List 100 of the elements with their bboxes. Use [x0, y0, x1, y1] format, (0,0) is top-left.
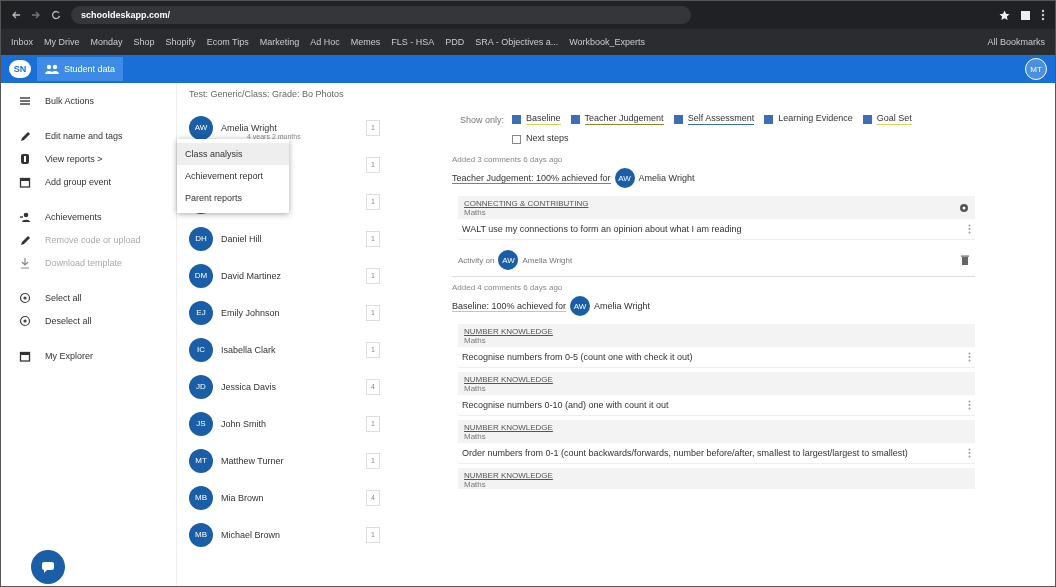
sidebar-item[interactable]: Select all	[1, 286, 176, 309]
sidebar-item[interactable]: Bulk Actions	[1, 89, 176, 112]
student-avatar: DM	[189, 263, 213, 288]
calendar-icon	[19, 175, 31, 188]
circle-icon	[19, 314, 31, 327]
filter-label[interactable]: Self Assessment	[687, 113, 755, 125]
bookmark-item[interactable]: Shopify	[165, 37, 196, 47]
chat-icon	[41, 561, 55, 573]
sidebar-item[interactable]: My Explorer	[1, 344, 176, 367]
bookmark-item[interactable]: Inbox	[11, 37, 34, 47]
reload-icon[interactable]	[51, 10, 61, 20]
sidebar-item[interactable]: Achievements	[1, 205, 176, 228]
student-avatar: MB	[189, 485, 213, 510]
section-meta: Added 4 comments 6 days ago	[452, 283, 564, 292]
outcome-text: Recognise numbers from 0-5 (count one with check it out)	[462, 352, 693, 362]
student-name[interactable]: Amelia Wright	[594, 301, 650, 311]
calendar-icon	[19, 349, 31, 362]
star-icon[interactable]	[999, 9, 1010, 21]
outcome-code[interactable]: NUMBER KNOWLEDGE	[464, 423, 553, 432]
outcome-text: Recognise numbers 0-10 (and) one with count it out	[462, 400, 669, 410]
menu-item[interactable]: Parent reports	[177, 187, 289, 209]
student-name[interactable]: Isabella Clark	[221, 344, 276, 355]
student-name[interactable]: Amelia Wright	[638, 173, 695, 183]
student-name[interactable]: Mia Brown	[221, 492, 264, 503]
bookmark-item[interactable]: My Drive	[44, 37, 80, 47]
filter-label[interactable]: Next steps	[526, 133, 569, 145]
bookmark-item[interactable]: Ad Hoc	[310, 37, 340, 47]
bookmark-item[interactable]: Ecom Tips	[206, 37, 249, 47]
bookmark-item[interactable]: PDD	[445, 37, 465, 47]
pencil-icon	[19, 129, 31, 142]
bookmark-item[interactable]: SRA - Objectives a...	[475, 37, 559, 47]
checkbox[interactable]	[673, 114, 683, 124]
section-title: Teacher Judgement: 100% achieved for	[452, 172, 611, 184]
bookmark-item[interactable]: Memes	[350, 37, 381, 47]
outcome-code[interactable]: NUMBER KNOWLEDGE	[464, 471, 553, 480]
student-avatar: AW	[498, 250, 519, 270]
trash-icon[interactable]	[961, 255, 969, 265]
kebab-menu-icon[interactable]	[1041, 9, 1045, 21]
student-avatar: MB	[189, 522, 213, 547]
checkbox[interactable]	[570, 114, 580, 124]
all-bookmarks[interactable]: All Bookmarks	[987, 37, 1045, 47]
chat-button[interactable]	[31, 550, 65, 584]
bookmark-item[interactable]: Workbook_Experts	[569, 37, 646, 47]
gear-icon[interactable]	[959, 203, 969, 213]
student-avatar: EJ	[189, 300, 213, 325]
filter-label[interactable]: Teacher Judgement	[584, 113, 664, 125]
outcome-code[interactable]: NUMBER KNOWLEDGE	[464, 375, 553, 384]
app-logo[interactable]: SN	[9, 60, 31, 78]
student-name[interactable]: Emily Johnson	[221, 307, 280, 318]
outcome-text: WALT use my connections to form an opinion about what I am reading	[462, 224, 742, 234]
student-avatar: AW	[189, 115, 213, 140]
list-heading: Test: Generic/Class: Grade: Bo Photos	[188, 88, 345, 101]
student-name[interactable]: Daniel Hill	[221, 233, 262, 244]
sidebar-item[interactable]: Edit name and tags	[1, 124, 176, 147]
student-name[interactable]: Jessica Davis	[221, 381, 276, 392]
student-name[interactable]: Michael Brown	[221, 529, 281, 540]
checkbox[interactable]	[512, 134, 522, 144]
report-icon	[19, 152, 31, 165]
student-avatar: JD	[189, 374, 213, 399]
student-avatar: AW	[570, 296, 591, 316]
subject-label: Maths	[464, 336, 487, 345]
student-name[interactable]: David Martinez	[221, 270, 282, 281]
address-bar[interactable]: schooldeskapp.com/	[71, 6, 691, 24]
bookmark-item[interactable]: Marketing	[259, 37, 300, 47]
checkbox[interactable]	[512, 114, 522, 124]
extension-icon[interactable]	[1020, 9, 1031, 21]
student-name[interactable]: Matthew Turner	[221, 455, 284, 466]
sidebar-item[interactable]: View reports >	[1, 147, 176, 170]
bookmark-item[interactable]: Monday	[90, 37, 123, 47]
outcome-code[interactable]: CONNECTING & CONTRIBUTING	[464, 199, 589, 208]
filter-label[interactable]: Learning Evidence	[778, 113, 853, 125]
sidebar-item[interactable]: Deselect all	[1, 309, 176, 332]
menu-item[interactable]: Class analysis	[177, 143, 289, 165]
outcome-code[interactable]: NUMBER KNOWLEDGE	[464, 327, 553, 336]
student-avatar: IC	[189, 337, 213, 362]
outcome-text: Order numbers from 0-1 (count backwards/forwards, number before/after, smallest to largest/largest to smallest)	[462, 448, 908, 458]
subject-label: Maths	[464, 480, 487, 489]
activity-label: Activity on	[458, 255, 495, 265]
menu-item[interactable]: Achievement report	[177, 165, 289, 187]
filter-label: Show only:	[460, 114, 505, 127]
bookmark-item[interactable]: Shop	[133, 37, 155, 47]
checkbox[interactable]	[764, 114, 774, 124]
student-name: Amelia Wright	[522, 255, 573, 265]
student-avatar: DH	[189, 226, 213, 251]
section-meta: Added 3 comments 6 days ago	[452, 155, 564, 164]
student-name[interactable]: John Smith	[221, 418, 267, 429]
bookmark-item[interactable]: FLS - HSA	[391, 37, 435, 47]
sidebar-item[interactable]: Add group event	[1, 170, 176, 193]
checkbox[interactable]	[862, 114, 872, 124]
filter-label[interactable]: Goal Set	[876, 113, 912, 125]
people-icon	[45, 64, 59, 74]
student-avatar: JS	[189, 411, 213, 436]
pencil-icon	[19, 233, 31, 246]
student-name[interactable]: Amelia Wright	[221, 122, 277, 133]
download-icon	[19, 256, 31, 269]
back-arrow-icon[interactable]	[11, 10, 21, 20]
filter-label[interactable]: Baseline	[526, 113, 561, 125]
student-avatar: MT	[189, 448, 213, 473]
forward-arrow-icon[interactable]	[31, 10, 41, 20]
menu-icon	[19, 94, 31, 107]
